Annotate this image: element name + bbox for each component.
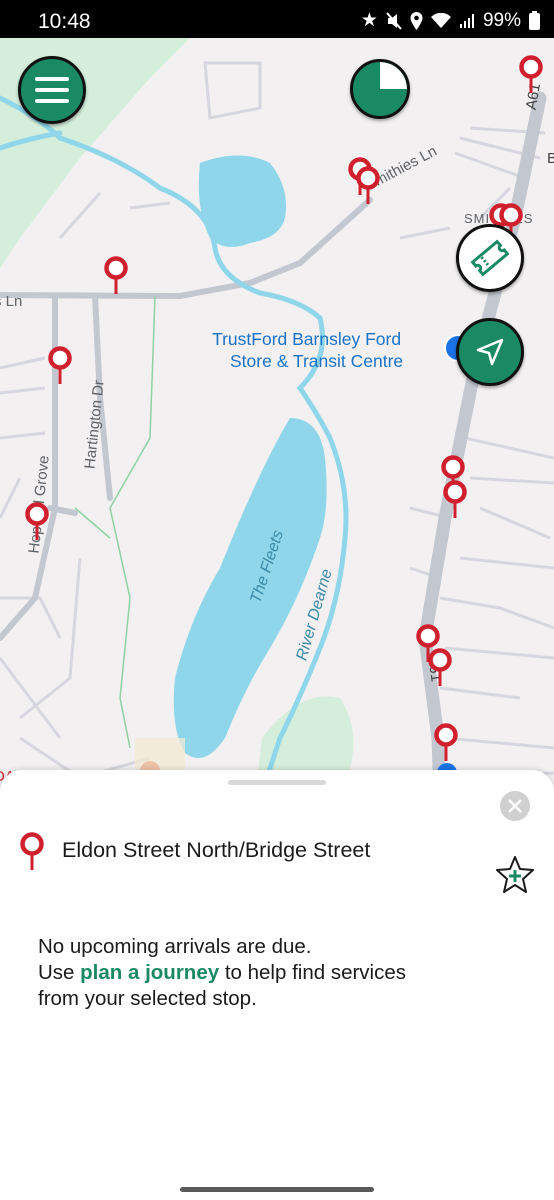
- footpaths: [74, 295, 156, 749]
- bus-stop-icon: [20, 832, 44, 870]
- status-time: 10:48: [38, 10, 91, 33]
- stop-details-sheet: Eldon Street North/Bridge Street No upco…: [0, 770, 554, 1200]
- poi-label-trustford[interactable]: TrustFord Barnsley Ford Store & Transit …: [210, 328, 403, 372]
- navigation-arrow-icon: [476, 338, 504, 366]
- map-label-road: s Ln: [0, 293, 23, 310]
- poi-name-line1: TrustFord Barnsley Ford: [212, 329, 402, 349]
- add-favourite-button[interactable]: [494, 854, 536, 894]
- menu-button[interactable]: [18, 56, 86, 124]
- bus-stop-pin[interactable]: [442, 480, 468, 518]
- message-after-text: to help find services: [219, 961, 407, 984]
- message-line-1: No upcoming arrivals are due.: [38, 935, 312, 958]
- battery-icon: [529, 11, 540, 30]
- bus-stop-pin[interactable]: [355, 166, 381, 204]
- add-favourite-star-plus-icon: [509, 870, 521, 882]
- close-button[interactable]: [500, 791, 530, 821]
- signal-icon: [459, 13, 474, 28]
- bus-stop-pin[interactable]: [427, 648, 453, 686]
- location-icon: [410, 11, 423, 30]
- refresh-timer-button[interactable]: [350, 59, 410, 119]
- hamburger-icon: [35, 77, 69, 103]
- refresh-timer-icon: [380, 62, 407, 89]
- poi-name-line2: Store & Transit Centre: [230, 351, 404, 371]
- bus-stop-pin[interactable]: [433, 723, 459, 761]
- bus-stop-pin[interactable]: [103, 256, 129, 294]
- wifi-icon: [430, 12, 451, 28]
- locate-me-button[interactable]: [456, 318, 524, 386]
- map-label-edge: B: [547, 150, 554, 167]
- battery-percent: 99%: [482, 9, 521, 31]
- drag-handle[interactable]: [228, 780, 326, 785]
- star-icon: ★: [360, 10, 378, 31]
- water: [173, 155, 327, 758]
- map-base: [0, 38, 554, 800]
- ticket-icon: [470, 239, 510, 277]
- status-bar: 10:48 ★ 99%: [0, 0, 554, 38]
- message-line-3: from your selected stop.: [38, 987, 257, 1010]
- status-icons: ★ 99%: [361, 9, 540, 32]
- bus-stop-pin[interactable]: [518, 55, 544, 93]
- map[interactable]: Smithies Ln s Ln Hartington Dr Hopwell G…: [0, 38, 554, 800]
- no-arrivals-message: No upcoming arrivals are due. Use plan a…: [38, 934, 518, 1012]
- message-line-2: Use plan a journey to help find services: [38, 960, 518, 986]
- message-use-text: Use: [38, 961, 81, 984]
- bus-stop-pin[interactable]: [24, 502, 50, 540]
- close-icon: [508, 799, 522, 813]
- mute-icon: [386, 11, 402, 30]
- plan-journey-link[interactable]: plan a journey: [80, 961, 219, 984]
- stop-name: Eldon Street North/Bridge Street: [62, 838, 371, 862]
- bus-stop-pin[interactable]: [47, 346, 73, 384]
- home-indicator[interactable]: [180, 1187, 374, 1192]
- tickets-button[interactable]: [456, 224, 524, 292]
